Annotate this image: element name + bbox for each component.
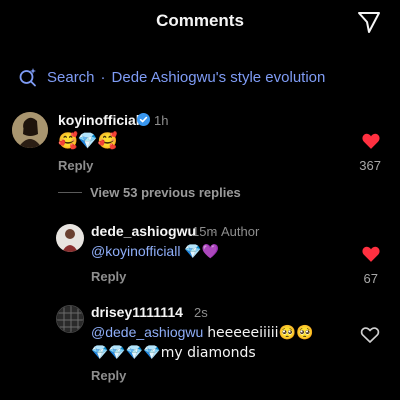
page-title: Comments <box>156 11 244 30</box>
comment-time: 1h <box>154 113 169 128</box>
avatar[interactable] <box>12 112 48 148</box>
heart-outline-icon[interactable] <box>360 325 380 344</box>
comments-header: Comments <box>0 0 400 44</box>
heart-filled-icon[interactable] <box>361 244 381 263</box>
reply-text: heeeeeiiiii🥺🥺 <box>207 325 314 341</box>
send-icon[interactable] <box>356 9 382 35</box>
avatar[interactable] <box>56 305 84 333</box>
reply-emojis: 💎💜 <box>184 244 220 260</box>
mention-link[interactable]: @dede_ashiogwu <box>91 324 203 340</box>
like-count: 367 <box>359 158 381 173</box>
reply-username[interactable]: dede_ashiogwu <box>91 223 196 239</box>
search-suggestion[interactable]: Search · Dede Ashiogwu's style evolution <box>18 64 325 90</box>
search-label: Search <box>47 68 95 86</box>
like-count: 67 <box>363 271 378 286</box>
author-label: Author <box>221 224 260 239</box>
reply-button[interactable]: Reply <box>91 368 126 383</box>
mention-link[interactable]: @koyinofficiall <box>91 243 180 259</box>
comment-username[interactable]: koyinofficiall <box>58 112 144 128</box>
reply-text: @koyinofficiall 💎💜 <box>91 240 219 263</box>
divider <box>58 192 82 193</box>
reply-text-line-2: 💎💎💎💎my diamonds <box>91 345 256 361</box>
reply-button[interactable]: Reply <box>91 269 126 284</box>
search-sparkle-icon <box>18 67 38 87</box>
view-replies-label: View 53 previous replies <box>90 185 241 200</box>
reply-text-line-1: @dede_ashiogwu heeeeeiiiii🥺🥺 <box>91 321 313 344</box>
view-previous-replies[interactable]: View 53 previous replies <box>58 185 241 200</box>
separator-dot: · <box>212 224 217 239</box>
reply-time: 2s <box>194 305 208 320</box>
avatar[interactable] <box>56 224 84 252</box>
reply-username[interactable]: drisey1111114 <box>91 304 183 320</box>
reply-button[interactable]: Reply <box>58 158 93 173</box>
search-query: Dede Ashiogwu's style evolution <box>111 68 326 86</box>
verified-badge-icon <box>137 113 150 126</box>
comment-text: 🥰💎🥰 <box>58 131 118 150</box>
search-separator: · <box>100 68 106 86</box>
heart-filled-icon[interactable] <box>361 131 381 150</box>
